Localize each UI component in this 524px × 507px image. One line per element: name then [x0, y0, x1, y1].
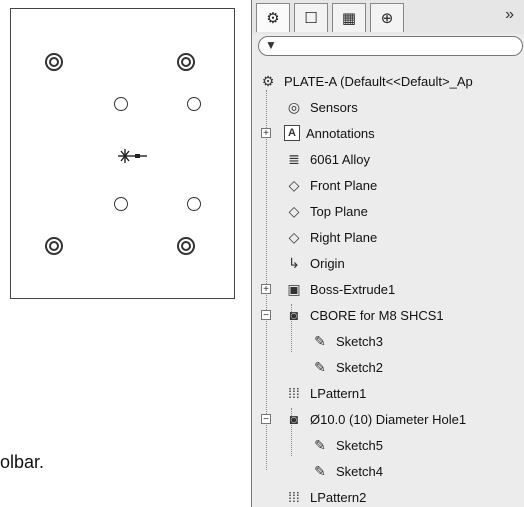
filter-icon: ▼ — [265, 38, 277, 52]
tree-item-label: Sensors — [310, 99, 358, 115]
partial-caption: olbar. — [0, 452, 45, 472]
sketch-icon: ✎ — [314, 358, 326, 375]
material-icon: ≣ — [288, 150, 300, 167]
tree-item-label: Top Plane — [310, 203, 368, 219]
tree-item-label: Front Plane — [310, 177, 378, 193]
tree-item-label: Sketch2 — [336, 359, 383, 375]
extrude-icon: ▣ — [287, 280, 301, 297]
plate-viewport — [10, 8, 235, 299]
tree-item-sketch3[interactable]: ✎ Sketch3 — [310, 328, 383, 354]
tree-item-label: Origin — [310, 255, 345, 271]
tree-item-boss-extrude1[interactable]: ▣ Boss-Extrude1 — [284, 276, 395, 302]
tree-item-front-plane[interactable]: ◇ Front Plane — [284, 172, 378, 198]
tree-item-sketch5[interactable]: ✎ Sketch5 — [310, 432, 383, 458]
plane-icon: ◇ — [288, 228, 300, 245]
sketch-icon: ✎ — [314, 436, 326, 453]
feature-manager-panel: ⚙ ☐ ▦ ⊕ » ▼ ⚙ PLATE-A (Default<<Default>… — [251, 0, 524, 507]
collapse-cbore-button[interactable]: − — [261, 310, 271, 321]
counterbore-hole[interactable] — [177, 53, 195, 71]
tree-item-sketch2[interactable]: ✎ Sketch2 — [310, 354, 383, 380]
tree-item-label: PLATE-A (Default<<Default>_Ap — [284, 73, 473, 89]
tree-item-label: Ø10.0 (10) Diameter Hole1 — [310, 411, 467, 427]
tree-item-origin[interactable]: ↳ Origin — [284, 250, 345, 276]
origin-icon — [118, 149, 147, 163]
annotations-icon: A — [284, 125, 300, 141]
tree-item-sensors[interactable]: ◎ Sensors — [284, 94, 358, 120]
more-tabs-button[interactable]: » — [505, 6, 514, 24]
feature-manager-icon: ⚙ — [266, 10, 280, 27]
property-manager-icon: ☐ — [304, 10, 318, 27]
tree-item-label: LPattern2 — [310, 489, 367, 505]
tree-item-label: Annotations — [306, 125, 375, 141]
tree-item-label: CBORE for M8 SHCS1 — [310, 307, 444, 323]
plane-icon: ◇ — [288, 202, 300, 219]
diameter-hole[interactable] — [114, 197, 128, 211]
tree-item-label: Right Plane — [310, 229, 378, 245]
collapse-diameter-hole1-button[interactable]: − — [261, 414, 271, 425]
tree-item-material[interactable]: ≣ 6061 Alloy — [284, 146, 370, 172]
tree-item-lpattern1[interactable]: ⁞⁞⁞ LPattern1 — [284, 380, 366, 406]
tab-feature-manager[interactable]: ⚙ — [256, 3, 290, 32]
dimxpert-manager-icon: ⊕ — [380, 10, 394, 27]
tree-item-top-plane[interactable]: ◇ Top Plane — [284, 198, 368, 224]
manager-tabs: ⚙ ☐ ▦ ⊕ » — [252, 0, 524, 34]
tab-dimxpert-manager[interactable]: ⊕ — [370, 3, 404, 32]
sensors-icon: ◎ — [287, 98, 301, 115]
tree-item-sketch4[interactable]: ✎ Sketch4 — [310, 458, 383, 484]
tree-item-right-plane[interactable]: ◇ Right Plane — [284, 224, 378, 250]
tree-item-diameter-hole1[interactable]: ◙ Ø10.0 (10) Diameter Hole1 — [284, 406, 466, 432]
tab-configuration-manager[interactable]: ▦ — [332, 3, 366, 32]
hole-wizard-icon: ◙ — [289, 307, 299, 323]
tree-item-label: Sketch4 — [336, 463, 383, 479]
configuration-manager-icon: ▦ — [341, 10, 357, 27]
tree-item-annotations[interactable]: A Annotations — [284, 120, 375, 146]
diameter-hole[interactable] — [187, 197, 201, 211]
tree-item-label: Sketch5 — [336, 437, 383, 453]
tab-property-manager[interactable]: ☐ — [294, 3, 328, 32]
tree-item-label: Boss-Extrude1 — [310, 281, 396, 297]
expand-boss-extrude1-button[interactable]: + — [261, 284, 271, 295]
part-icon: ⚙ — [261, 72, 275, 89]
diameter-hole[interactable] — [114, 97, 128, 111]
tree-item-part[interactable]: ⚙ PLATE-A (Default<<Default>_Ap — [258, 68, 473, 94]
hole-wizard-icon: ◙ — [289, 411, 299, 427]
linear-pattern-icon: ⁞⁞⁞ — [288, 385, 300, 401]
origin-icon: ↳ — [288, 254, 300, 271]
counterbore-hole[interactable] — [45, 237, 63, 255]
sketch-icon: ✎ — [314, 332, 326, 349]
tree-item-label: 6061 Alloy — [310, 151, 370, 167]
tree-item-lpattern2[interactable]: ⁞⁞⁞ LPattern2 — [284, 484, 366, 507]
counterbore-hole[interactable] — [177, 237, 195, 255]
plane-icon: ◇ — [288, 176, 300, 193]
tree-item-label: Sketch3 — [336, 333, 383, 349]
tree-item-label: LPattern1 — [310, 385, 367, 401]
tree-item-cbore[interactable]: ◙ CBORE for M8 SHCS1 — [284, 302, 444, 328]
diameter-hole[interactable] — [187, 97, 201, 111]
sketch-icon: ✎ — [314, 462, 326, 479]
expand-annotations-button[interactable]: + — [261, 128, 271, 139]
tree-filter[interactable]: ▼ — [258, 36, 523, 56]
linear-pattern-icon: ⁞⁞⁞ — [288, 489, 300, 505]
counterbore-hole[interactable] — [45, 53, 63, 71]
